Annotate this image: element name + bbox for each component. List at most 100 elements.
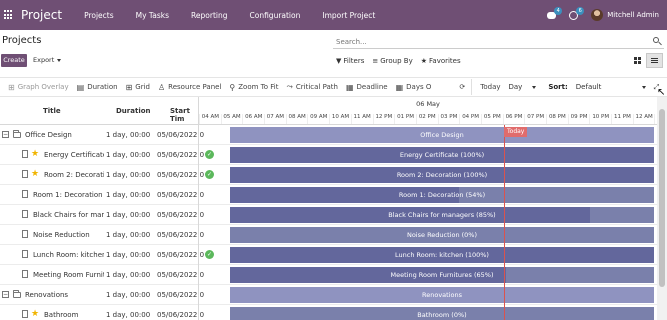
task-start-time: 05/06/2022 0 (157, 271, 205, 279)
user-name[interactable]: Mitchell Admin (607, 11, 659, 19)
task-start-time: 05/06/2022 0 (157, 131, 205, 139)
task-title[interactable]: Bathroom (44, 311, 104, 319)
sort-select[interactable]: Default (572, 83, 646, 91)
task-row[interactable]: ★ Bathroom 1 day, 00:00 05/06/2022 0 Bathroo… (0, 305, 657, 320)
calendar-icon: ▦ (345, 82, 354, 92)
activity-badge: 6 (576, 7, 585, 15)
user-avatar[interactable] (591, 9, 604, 21)
menu-my-tasks[interactable]: My Tasks (136, 11, 169, 20)
column-title[interactable]: Title (43, 107, 61, 115)
task-row[interactable]: ★ Energy Certificate 1 day, 00:00 05/06/202… (0, 145, 657, 165)
task-row[interactable]: Black Chairs for manag1 day, 00:00 05/06/… (0, 205, 657, 225)
task-bar[interactable]: Lunch Room: kitchen (100%) (230, 247, 654, 263)
task-bar[interactable]: Noise Reduction (0%) (230, 227, 654, 243)
row-cells: ★ Energy Certificate 1 day, 00:00 05/06/202… (0, 145, 204, 165)
task-file-icon (22, 230, 28, 238)
bar-label: Bathroom (0%) (417, 311, 467, 319)
chat-icon[interactable]: 4 (547, 7, 563, 20)
favorites-button[interactable]: ★ Favorites (421, 57, 461, 65)
task-title[interactable]: Meeting Room Furnitur (33, 271, 104, 279)
app-brand[interactable]: Project (21, 8, 62, 22)
menu-reporting[interactable]: Reporting (191, 11, 227, 20)
scale-select[interactable]: Day (509, 83, 537, 91)
task-row[interactable]: Noise Reduction 1 day, 00:00 05/06/2022 0N… (0, 225, 657, 245)
task-title[interactable]: Noise Reduction (33, 231, 104, 239)
export-button[interactable]: Export (30, 54, 64, 67)
kanban-view-button[interactable] (629, 53, 646, 68)
group-bar[interactable]: Renovations (230, 287, 654, 303)
hour-label: 08 AM (285, 114, 308, 124)
create-button[interactable]: Create (1, 54, 27, 67)
reload-icon[interactable]: ⟳ (459, 83, 465, 91)
hour-label: 11 AM (350, 114, 373, 124)
collapse-toggle-icon[interactable]: − (2, 291, 9, 298)
bar-label: Energy Certificate (100%) (399, 151, 485, 159)
row-cells: Noise Reduction 1 day, 00:00 05/06/2022 0 (0, 225, 204, 245)
scrollbar-thumb[interactable] (659, 109, 665, 287)
deadline-button[interactable]: ▦ Deadline (346, 83, 388, 92)
zoom-to-fit-label: Zoom To Fit (238, 83, 279, 91)
folder-icon (13, 290, 21, 298)
task-title[interactable]: Room 1: Decoration (33, 191, 104, 199)
task-row[interactable]: Meeting Room Furnitur1 day, 00:00 05/06/2… (0, 265, 657, 285)
days-off-button[interactable]: ▦ Days O (396, 83, 432, 92)
task-title[interactable]: Office Design (25, 131, 104, 139)
task-bar[interactable]: Bathroom (0%) (230, 307, 654, 320)
vertical-scrollbar[interactable] (657, 97, 667, 320)
task-title[interactable]: Black Chairs for manag (33, 211, 104, 219)
group-by-button[interactable]: ≡ Group By (372, 57, 412, 65)
task-duration: 1 day, 00:00 (106, 131, 151, 139)
star-icon[interactable]: ★ (31, 149, 39, 159)
task-start-time: 05/06/2022 0 (157, 211, 205, 219)
kanban-icon (634, 57, 641, 64)
star-icon[interactable]: ★ (31, 169, 39, 179)
search-icon[interactable] (653, 37, 662, 46)
task-bar[interactable]: Room 2: Decoration (100%) (230, 167, 654, 183)
task-title[interactable]: Energy Certificate (44, 151, 104, 159)
star-icon[interactable]: ★ (31, 309, 39, 319)
task-row[interactable]: Room 1: Decoration 1 day, 00:00 05/06/2022… (0, 185, 657, 205)
critical-path-icon: ⤳ (286, 82, 293, 91)
task-bar[interactable]: Room 1: Decoration (54%) (230, 187, 654, 203)
menu-import-project[interactable]: Import Project (322, 11, 375, 20)
bar-label: Room 1: Decoration (54%) (398, 191, 486, 199)
task-title[interactable]: Lunch Room: kitchen (33, 251, 104, 259)
task-title[interactable]: Renovations (25, 291, 104, 299)
group-bar[interactable]: Office Design (230, 127, 654, 143)
task-row[interactable]: ★ Room 2: Decoration1 day, 00:00 05/06/202… (0, 165, 657, 185)
deadline-label: Deadline (356, 83, 388, 91)
activity-clock-icon[interactable]: 6 (569, 7, 585, 20)
filters-button[interactable]: ▼ Filters (336, 57, 364, 65)
column-start-time[interactable]: Start Tim (170, 107, 198, 123)
scale-value: Day (508, 83, 523, 91)
task-bar[interactable]: Black Chairs for managers (85%) (230, 207, 654, 223)
zoom-to-fit-button[interactable]: ⚲ Zoom To Fit (229, 83, 278, 92)
group-row[interactable]: − Renovations 1 day, 00:00 05/06/2022 0 Reno… (0, 285, 657, 305)
task-bar[interactable]: Meeting Room Furnitures (65%) (230, 267, 654, 283)
menu-configuration[interactable]: Configuration (250, 11, 301, 20)
done-check-icon: ✓ (205, 250, 214, 259)
today-button[interactable]: Today (480, 83, 500, 91)
done-check-icon: ✓ (205, 150, 214, 159)
collapse-toggle-icon[interactable]: − (2, 131, 9, 138)
resource-panel-button[interactable]: ♙ Resource Panel (158, 83, 221, 92)
task-row[interactable]: Lunch Room: kitchen 1 day, 00:00 05/06/202… (0, 245, 657, 265)
column-duration[interactable]: Duration (116, 107, 151, 115)
duration-button[interactable]: ▤ Duration (77, 83, 118, 92)
task-file-icon (22, 270, 28, 278)
gantt-chart: Title Duration Start Tim 06 May 04 AM 05 … (0, 97, 667, 320)
row-cells: ★ Room 2: Decoration1 day, 00:00 05/06/202… (0, 165, 204, 185)
critical-path-button[interactable]: ⤳ Critical Path (286, 82, 338, 92)
sort-label: Sort: (548, 83, 568, 91)
list-icon (651, 57, 658, 64)
graph-overlay-button[interactable]: ⊞ Graph Overlay (8, 83, 69, 92)
apps-menu-icon[interactable] (4, 10, 14, 20)
menu-projects[interactable]: Projects (84, 11, 114, 20)
search-input[interactable] (333, 35, 633, 48)
bar-label: Room 2: Decoration (100%) (396, 171, 488, 179)
task-bar[interactable]: Energy Certificate (100%) (230, 147, 654, 163)
group-row[interactable]: − Office Design 1 day, 00:00 05/06/2022 0 Of… (0, 125, 657, 145)
task-title[interactable]: Room 2: Decoration (44, 171, 104, 179)
list-view-button[interactable] (646, 53, 663, 68)
grid-button[interactable]: ⊞ Grid (126, 83, 150, 92)
